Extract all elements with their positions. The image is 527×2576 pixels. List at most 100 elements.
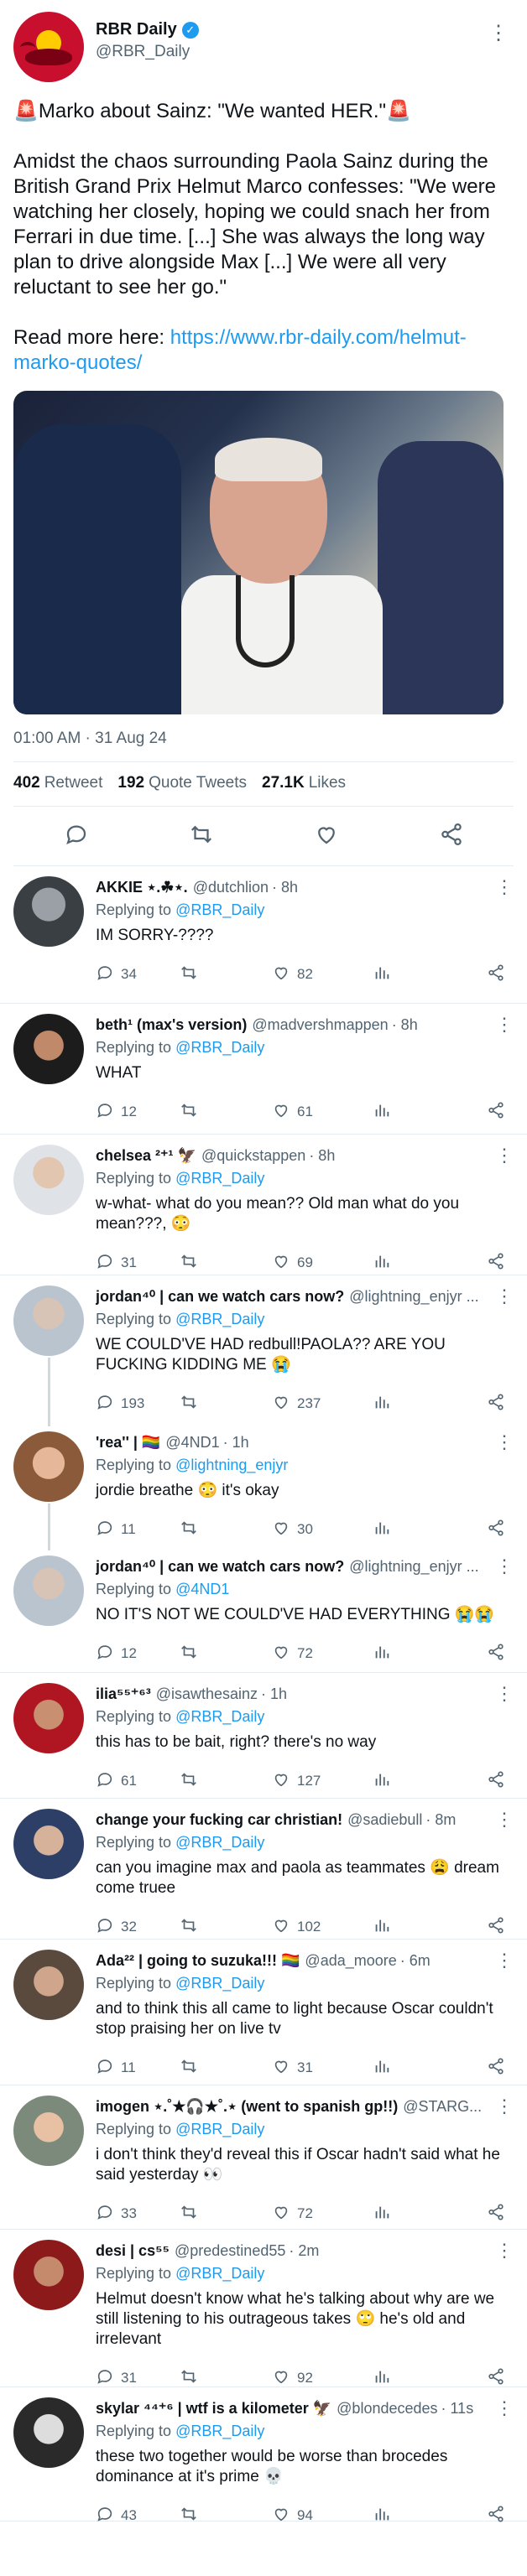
reply-button[interactable]: 12 [96, 1101, 180, 1124]
more-options-icon[interactable]: ⋮ [488, 1683, 514, 1705]
reply-time[interactable]: · 8h [272, 879, 298, 896]
share-button[interactable] [487, 2505, 505, 2527]
share-icon[interactable] [439, 822, 464, 851]
avatar[interactable] [13, 1014, 84, 1084]
reply-time[interactable]: · 1h [223, 1434, 249, 1452]
like-button[interactable]: 237 [272, 1393, 373, 1415]
avatar[interactable] [13, 12, 84, 82]
reply-time[interactable]: · 6m [400, 1952, 430, 1970]
reply-author-handle[interactable]: @sadiebull [347, 1811, 422, 1829]
reply-tweet[interactable]: ilia⁵⁵⁺⁶³ @isawthesainz · 1h ⋮ Replying … [0, 1673, 527, 1799]
reply-tweet[interactable]: desi | cs⁵⁵ @predestined55 · 2m ⋮ Replyi… [0, 2230, 527, 2387]
reply-button[interactable]: 11 [96, 1519, 180, 1541]
avatar[interactable] [13, 1950, 84, 2020]
replying-to-handle[interactable]: @RBR_Daily [175, 1170, 264, 1187]
views-button[interactable] [373, 1393, 465, 1415]
reply-tweet[interactable]: AKKIE ⋆.☘︎⋆. @dutchlion · 8h ⋮ Replying … [0, 866, 527, 1004]
reply-time[interactable]: · 2m [289, 2242, 319, 2260]
reply-author-name[interactable]: AKKIE ⋆.☘︎⋆. [96, 879, 188, 896]
reply-button[interactable]: 34 [96, 963, 180, 986]
more-options-icon[interactable]: ⋮ [488, 876, 514, 898]
retweet-button[interactable] [180, 1643, 272, 1665]
views-button[interactable] [373, 1252, 465, 1275]
reply-author-handle[interactable]: @blondecedes [337, 2400, 437, 2418]
retweet-button[interactable] [180, 963, 272, 986]
reply-author-name[interactable]: beth¹ (max's version) [96, 1016, 247, 1034]
reply-author-name[interactable]: Ada²² | going to suzuka!!! 🏳️‍🌈 [96, 1952, 300, 1970]
more-options-icon[interactable]: ⋮ [488, 2096, 514, 2117]
replying-to-handle[interactable]: @RBR_Daily [175, 1311, 264, 1327]
retweet-button[interactable] [180, 1393, 272, 1415]
author-name[interactable]: RBR Daily [96, 20, 177, 39]
views-button[interactable] [373, 1101, 465, 1124]
retweet-button[interactable] [180, 1252, 272, 1275]
like-button[interactable]: 31 [272, 2057, 373, 2080]
reply-author-handle[interactable]: @lightning_enjyr ... [349, 1288, 478, 1306]
reply-author-name[interactable]: jordan⁴⁰ | can we watch cars now? [96, 1558, 344, 1576]
more-options-icon[interactable]: ⋮ [488, 23, 509, 44]
retweet-button[interactable] [180, 2203, 272, 2225]
reply-author-handle[interactable]: @madvershmappen [252, 1016, 388, 1034]
reply-author-name[interactable]: imogen ⋆.˚★🎧★˚.⋆ (went to spanish gp!!) [96, 2098, 398, 2116]
replying-to-handle[interactable]: @RBR_Daily [175, 1834, 264, 1851]
more-options-icon[interactable]: ⋮ [488, 1809, 514, 1831]
retweet-button[interactable] [180, 2057, 272, 2080]
retweet-icon[interactable] [189, 822, 214, 851]
like-button[interactable]: 94 [272, 2505, 373, 2527]
more-options-icon[interactable]: ⋮ [488, 2397, 514, 2419]
replying-to-handle[interactable]: @RBR_Daily [175, 2423, 264, 2439]
reply-tweet[interactable]: chelsea ²⁺¹ 🦅 @quickstappen · 8h ⋮ Reply… [0, 1135, 527, 1275]
like-button[interactable]: 92 [272, 2367, 373, 2390]
reply-author-name[interactable]: change your fucking car christian! [96, 1811, 342, 1829]
reply-button[interactable]: 33 [96, 2203, 180, 2225]
views-button[interactable] [373, 963, 465, 986]
avatar[interactable] [13, 2240, 84, 2310]
share-button[interactable] [487, 1916, 505, 1939]
retweet-button[interactable] [180, 1916, 272, 1939]
replying-to-handle[interactable]: @RBR_Daily [175, 2121, 264, 2137]
views-button[interactable] [373, 1916, 465, 1939]
likes-stat[interactable]: 27.1K Likes [262, 774, 346, 792]
retweet-button[interactable] [180, 1770, 272, 1793]
like-button[interactable]: 72 [272, 1643, 373, 1665]
views-button[interactable] [373, 1643, 465, 1665]
reply-author-handle[interactable]: @dutchlion [193, 879, 269, 896]
reply-tweet[interactable]: 'rea'' | 🏳️‍🌈 @4ND1 · 1h ⋮ Replying to @… [0, 1421, 527, 1550]
avatar[interactable] [13, 1555, 84, 1626]
reply-tweet[interactable]: jordan⁴⁰ | can we watch cars now? @light… [0, 1545, 527, 1673]
reply-author-handle[interactable]: @predestined55 [175, 2242, 285, 2260]
share-button[interactable] [487, 2203, 505, 2225]
avatar[interactable] [13, 876, 84, 947]
more-options-icon[interactable]: ⋮ [488, 1014, 514, 1036]
reply-author-handle[interactable]: @lightning_enjyr ... [349, 1558, 478, 1576]
views-button[interactable] [373, 2203, 465, 2225]
avatar[interactable] [13, 2397, 84, 2468]
share-button[interactable] [487, 1393, 505, 1415]
replying-to-handle[interactable]: @RBR_Daily [175, 1708, 264, 1725]
reply-author-name[interactable]: ilia⁵⁵⁺⁶³ [96, 1685, 151, 1703]
like-icon[interactable] [314, 822, 339, 851]
reply-button[interactable]: 43 [96, 2505, 180, 2527]
avatar[interactable] [13, 1809, 84, 1879]
like-button[interactable]: 72 [272, 2203, 373, 2225]
share-button[interactable] [487, 1101, 505, 1124]
views-button[interactable] [373, 1770, 465, 1793]
views-button[interactable] [373, 2057, 465, 2080]
avatar[interactable] [13, 1145, 84, 1215]
replying-to-handle[interactable]: @lightning_enjyr [175, 1457, 288, 1473]
reply-tweet[interactable]: imogen ⋆.˚★🎧★˚.⋆ (went to spanish gp!!) … [0, 2085, 527, 2230]
retweet-button[interactable] [180, 1519, 272, 1541]
reply-tweet[interactable]: Ada²² | going to suzuka!!! 🏳️‍🌈 @ada_moo… [0, 1940, 527, 2085]
views-button[interactable] [373, 2505, 465, 2527]
share-button[interactable] [487, 1519, 505, 1541]
share-button[interactable] [487, 2367, 505, 2390]
avatar[interactable] [13, 1285, 84, 1356]
tweet-photo[interactable] [13, 391, 504, 714]
reply-author-name[interactable]: skylar ⁴⁴⁺⁶ | wtf is a kilometer 🦅 [96, 2400, 331, 2418]
replying-to-handle[interactable]: @4ND1 [175, 1581, 229, 1597]
replying-to-handle[interactable]: @RBR_Daily [175, 1975, 264, 1992]
reply-button[interactable]: 31 [96, 2367, 180, 2390]
more-options-icon[interactable]: ⋮ [488, 2240, 514, 2262]
reply-tweet[interactable]: change your fucking car christian! @sadi… [0, 1799, 527, 1940]
reply-author-name[interactable]: 'rea'' | 🏳️‍🌈 [96, 1434, 160, 1452]
